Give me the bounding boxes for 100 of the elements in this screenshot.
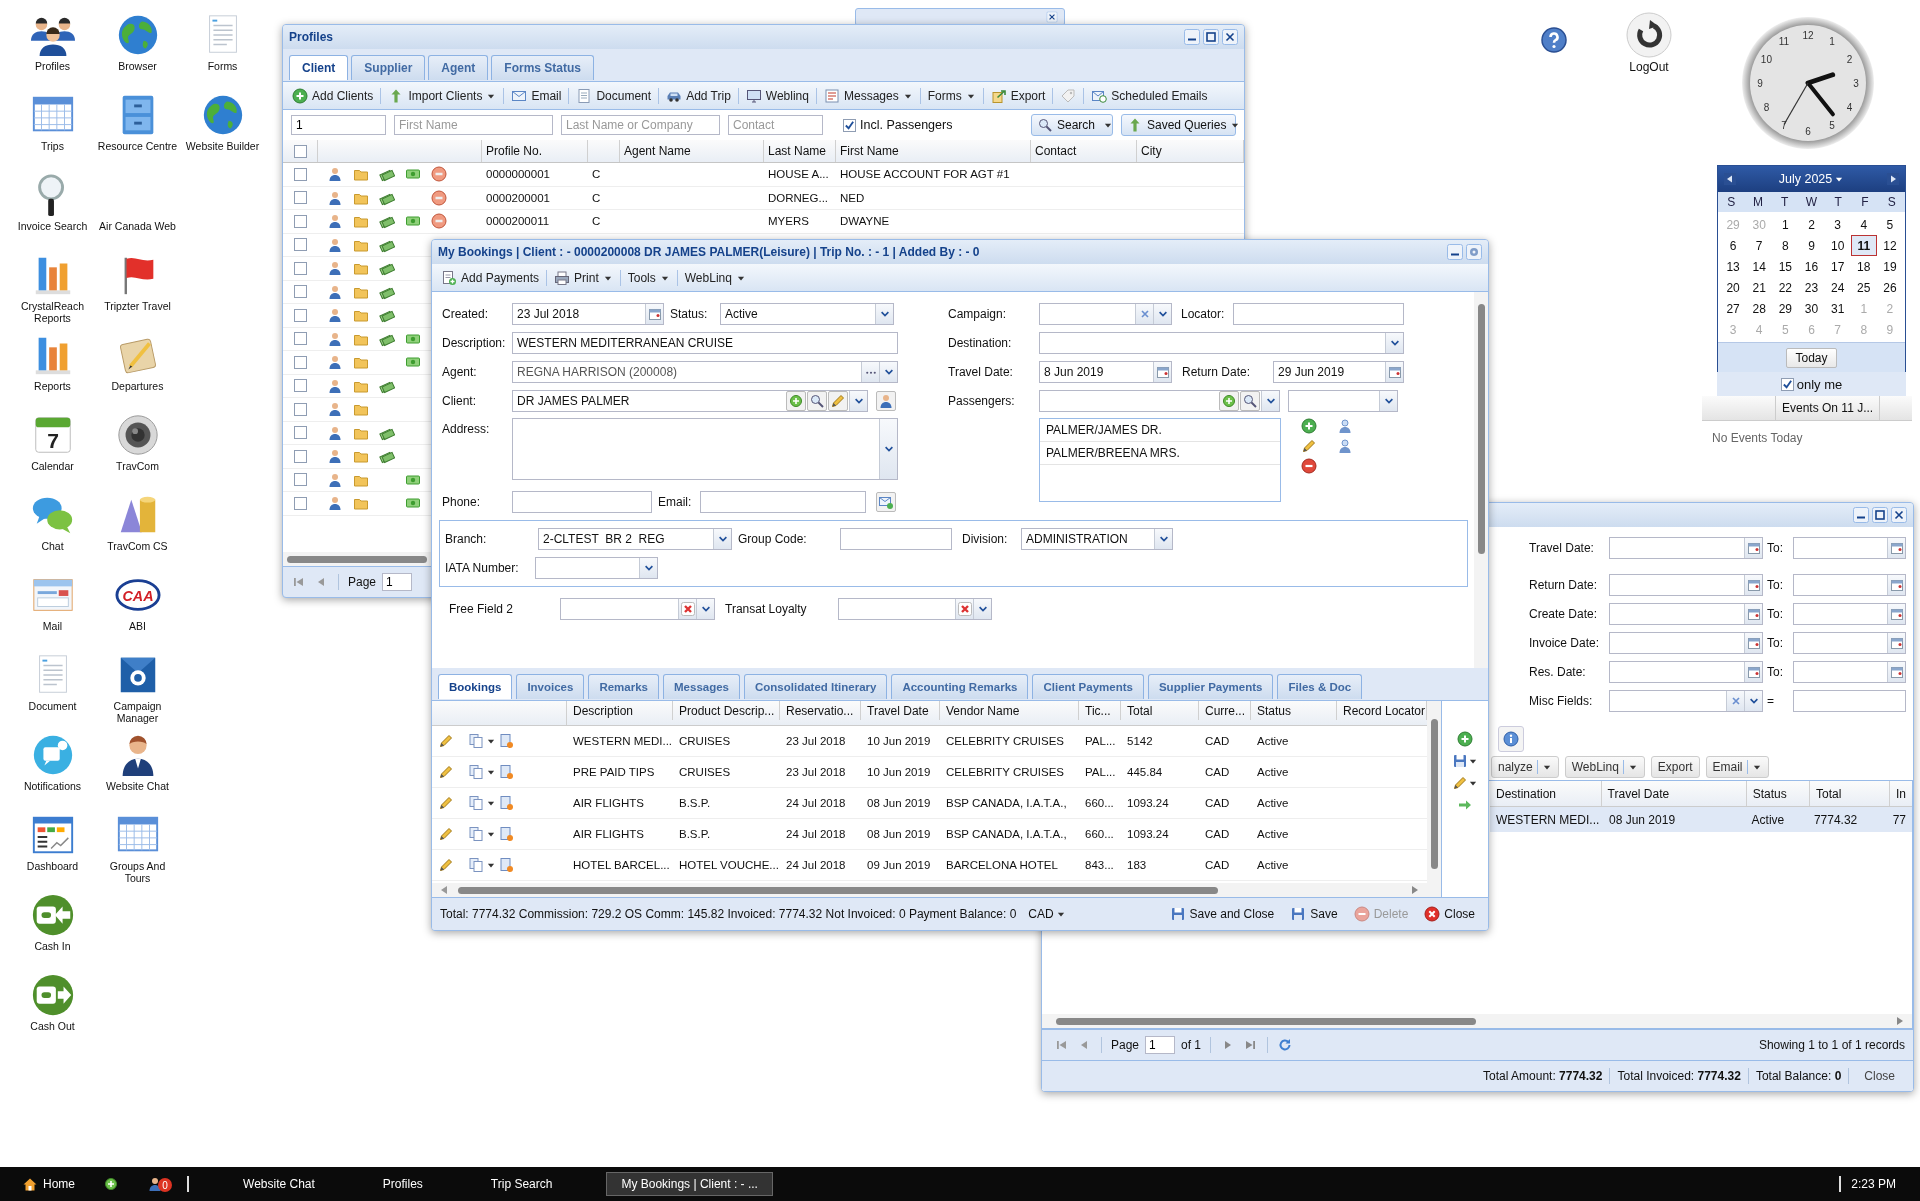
shortcut-label[interactable]: Dashboard [11,860,94,872]
dropdown-field[interactable] [1288,390,1398,412]
search-field[interactable]: 1 [291,115,386,135]
column-header[interactable]: Total [1809,781,1890,806]
close-button[interactable] [1891,507,1907,523]
column-header[interactable]: In [1890,781,1912,806]
calendar-day[interactable]: 1 [1772,214,1799,235]
search-icon[interactable] [809,393,825,409]
maximize-button[interactable] [1203,29,1219,45]
column-header[interactable]: Description [567,701,673,720]
shortcut-label[interactable]: Tripzter Travel [96,300,179,312]
search-field[interactable]: Contact [728,115,823,135]
calendar-day[interactable]: 10 [1824,235,1851,256]
dropdown-field[interactable] [1039,332,1404,354]
search-field[interactable]: First Name [394,115,553,135]
pencil-icon[interactable] [438,826,454,842]
shortcut-label[interactable]: CrystalReach Reports [11,300,94,324]
calendar-day[interactable]: 29 [1772,298,1799,319]
column-header[interactable]: Vendor Name [940,701,1079,720]
person-icon[interactable] [327,401,343,418]
date-field[interactable] [1609,603,1763,625]
calendar-day[interactable]: 4 [1850,214,1877,235]
saved-queries-button[interactable]: Saved Queries [1121,114,1236,136]
toolbar-button[interactable]: Weblinq [740,84,814,107]
checkbox[interactable] [294,426,307,440]
checkbox[interactable] [294,355,307,369]
shortcut-label[interactable]: TravCom CS [96,540,179,552]
info-icon[interactable] [1503,731,1519,747]
shortcut-label[interactable]: ABI [96,620,179,632]
column-header[interactable]: Tic... [1079,701,1121,720]
checkbox[interactable] [294,308,307,322]
scrollbar[interactable] [432,883,1427,897]
taskbar-item[interactable]: Website Chat [229,1172,329,1196]
column-header[interactable]: Curre... [1199,701,1251,720]
pencil-icon[interactable] [438,733,454,749]
add-button[interactable] [1301,418,1317,434]
toolbar-button[interactable]: Add Clients [287,84,379,107]
shortcut-label[interactable]: Campaign Manager [96,700,179,724]
column-header[interactable]: Product Descrip... [673,701,780,720]
home-button[interactable]: Home [22,1176,75,1192]
close-button[interactable] [1046,11,1058,23]
search-field[interactable]: Last Name or Company [561,115,720,135]
events-tab[interactable]: Events On 11 J... [1775,396,1881,420]
checkbox[interactable] [294,167,307,181]
toolbar-button[interactable]: Print [549,266,618,289]
date-field[interactable] [1793,603,1906,625]
edit-button[interactable] [1301,438,1317,454]
person-icon[interactable] [327,495,343,512]
calendar-day[interactable]: 28 [1746,298,1773,319]
date-field[interactable] [1793,632,1906,654]
tab[interactable]: Forms Status [491,55,595,80]
shortcut-label[interactable]: Website Chat [96,780,179,792]
tab[interactable]: Client Payments [1032,674,1144,699]
date-field[interactable] [1609,661,1763,683]
column-header[interactable]: Total [1121,701,1199,720]
minus-circle-icon[interactable] [431,213,447,230]
column-header[interactable]: Contact [1031,140,1137,162]
today-button[interactable]: Today [1786,348,1837,368]
calendar-day[interactable]: 18 [1850,256,1877,277]
shortcut-label[interactable]: Trips [11,140,94,152]
person-icon[interactable] [327,330,343,347]
calendar-day[interactable]: 24 [1824,277,1851,298]
dropdown-field[interactable]: Active [720,303,894,325]
person-icon[interactable] [327,213,343,230]
maximize-button[interactable] [1872,507,1888,523]
pencil-icon[interactable] [830,393,846,409]
checkbox[interactable] [294,332,307,346]
column-header[interactable]: Destination [1490,781,1602,806]
date-field[interactable] [1793,537,1906,559]
search-button[interactable]: Search [1031,114,1113,136]
column-header[interactable]: First Name [836,140,1031,162]
add-button[interactable] [1457,731,1473,747]
calendar-day[interactable]: 30 [1798,298,1825,319]
column-header[interactable]: City [1137,140,1244,162]
person-icon[interactable] [327,236,343,253]
tab[interactable]: Supplier [351,55,426,80]
toolbar-button[interactable]: Export [985,84,1051,107]
person-icon[interactable] [878,393,894,409]
scrollbar[interactable] [283,552,431,566]
shortcut-label[interactable]: Cash In [11,940,94,952]
person-icon[interactable] [327,448,343,465]
shortcut-label[interactable]: Invoice Search [11,220,94,232]
toolbar-button[interactable]: Scheduled Emails [1086,84,1213,107]
calendar-day[interactable]: 21 [1746,277,1773,298]
footer-button[interactable]: Save [1285,903,1343,925]
pencil-icon[interactable] [438,764,454,780]
logout-label[interactable]: LogOut [1629,60,1669,74]
dropdown-field[interactable]: DR JAMES PALMER [512,390,868,412]
calendar-day[interactable]: 13 [1720,256,1747,277]
checkbox[interactable] [294,191,307,205]
text-field[interactable] [840,528,952,550]
shortcut-label[interactable]: Mail [11,620,94,632]
text-field[interactable] [700,491,866,513]
tab[interactable]: Bookings [438,674,513,699]
remove-button[interactable] [1301,458,1317,474]
tab[interactable]: Files & Doc [1277,674,1363,699]
person-icon[interactable] [327,471,343,488]
dropdown-field[interactable] [560,598,715,620]
person-icon[interactable] [327,260,343,277]
date-field[interactable] [1609,632,1763,654]
